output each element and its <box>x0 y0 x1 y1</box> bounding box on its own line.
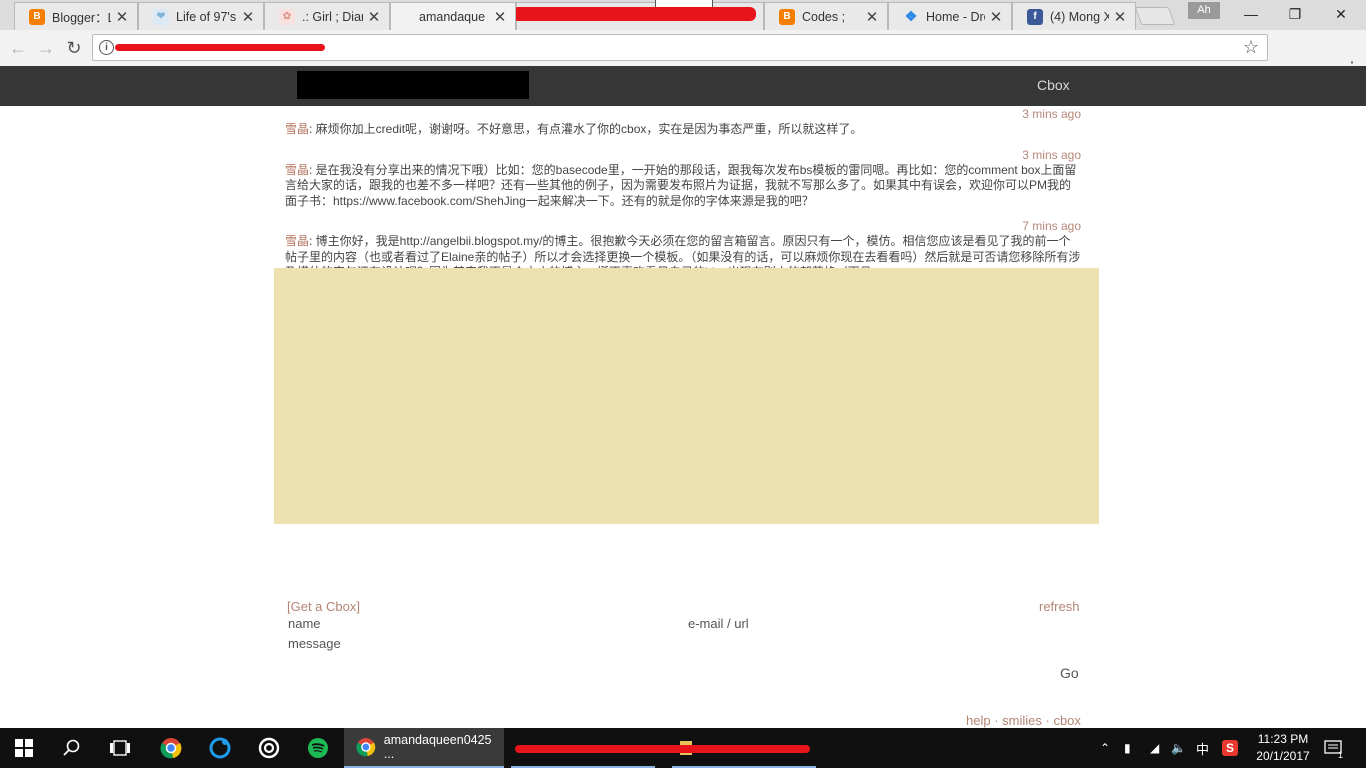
taskbar-app-chrome[interactable]: amandaqueen0425 ... <box>344 728 504 768</box>
forward-arrow-icon[interactable]: → <box>34 36 58 60</box>
separator: · <box>1041 713 1054 728</box>
windows-start-icon[interactable] <box>0 728 48 768</box>
clock-date: 20/1/2017 <box>1256 749 1310 763</box>
separator: · <box>990 713 1003 728</box>
get-cbox-link[interactable]: [Get a Cbox] <box>287 599 360 614</box>
close-icon[interactable]: ✕ <box>865 8 879 26</box>
tab-title: Life of 97's: <box>176 9 237 24</box>
tab-title: Codes ; <box>802 9 846 24</box>
browser-toolbar: ← → ↻ i ☆ ⋮ <box>0 30 1366 87</box>
close-icon[interactable]: ✕ <box>1113 8 1127 26</box>
address-bar[interactable]: i ☆ <box>92 34 1268 61</box>
tab-title: (4) Mong Xi <box>1050 9 1109 24</box>
browser-tab-active[interactable]: amandaque ✕ <box>390 2 516 30</box>
smilies-link[interactable]: smilies <box>1002 713 1042 728</box>
header-cbox-title: Cbox <box>1037 77 1070 93</box>
tab-title: .: Girl ; Diary <box>302 9 363 24</box>
media-app-icon[interactable] <box>245 728 293 768</box>
tab-title: Home - Dro <box>926 9 985 24</box>
close-icon[interactable]: ✕ <box>367 8 381 26</box>
browser-tab[interactable]: ✿ .: Girl ; Diary ✕ <box>264 2 390 30</box>
search-icon[interactable] <box>48 728 96 768</box>
tray-up-arrow-icon[interactable]: ⌃ <box>1100 728 1110 768</box>
message-item: 3 mins ago 雪晶: 是在我没有分享出来的情况下哦）比如：您的basec… <box>285 147 1081 210</box>
cbox-embed-panel <box>274 268 1099 524</box>
redaction-mark <box>115 44 325 51</box>
close-icon[interactable]: ✕ <box>241 8 255 26</box>
redaction-mark <box>515 745 810 753</box>
refresh-link[interactable]: refresh <box>1039 599 1079 614</box>
heart-logo-icon: ❤ <box>153 8 169 25</box>
info-icon[interactable]: i <box>99 40 114 55</box>
dropbox-icon: ❖ <box>904 8 918 24</box>
message-time: 3 mins ago <box>1022 147 1081 162</box>
restore-button[interactable]: ❐ <box>1272 0 1318 29</box>
message-time: 3 mins ago <box>1022 107 1081 121</box>
message-text: : 是在我没有分享出来的情况下哦）比如：您的basecode里，一开始的那段话，… <box>285 162 1077 208</box>
notification-icon[interactable]: 1 <box>1324 728 1343 768</box>
clock-time: 11:23 PM <box>1257 732 1309 746</box>
message-author: 雪晶 <box>285 162 310 177</box>
message-item: 3 mins ago 雪晶: 麻烦你加上credit呢，谢谢呀。不好意思，有点灌… <box>285 106 1081 138</box>
message-text: : 麻烦你加上credit呢，谢谢呀。不好意思，有点灌水了你的cbox，实在是因… <box>309 122 863 136</box>
message-author: 雪晶 <box>285 234 310 248</box>
taskbar-app-title: amandaqueen0425 ... <box>383 733 492 761</box>
spotify-icon[interactable] <box>294 728 342 768</box>
sogou-ime-icon[interactable]: S <box>1222 728 1238 768</box>
browser-tab[interactable]: f (4) Mong Xi ✕ <box>1012 2 1136 30</box>
help-link[interactable]: help <box>966 713 991 728</box>
minimize-button[interactable]: — <box>1228 0 1274 29</box>
browser-tab[interactable]: ❤ Life of 97's: ✕ <box>138 2 264 30</box>
browser-tab[interactable]: B Codes ; ✕ <box>764 2 888 30</box>
message-time: 7 mins ago <box>1022 219 1081 233</box>
reload-icon[interactable]: ↻ <box>62 36 86 60</box>
message-author: 雪晶 <box>285 122 310 136</box>
message-field[interactable]: message <box>288 636 341 651</box>
page-header: Cbox <box>0 66 1366 106</box>
window-close-button[interactable]: ✕ <box>1318 0 1364 29</box>
notification-count: 1 <box>1338 750 1344 760</box>
task-view-icon[interactable] <box>96 728 144 768</box>
email-url-field[interactable]: e-mail / url <box>688 616 749 631</box>
blogger-icon: B <box>779 8 795 25</box>
profile-button[interactable]: Ah <box>1188 2 1220 19</box>
system-clock[interactable]: 11:23 PM 20/1/2017 <box>1252 731 1314 765</box>
cbox-link[interactable]: cbox <box>1053 713 1080 728</box>
ime-indicator[interactable]: 中 <box>1196 728 1209 768</box>
redaction-mark <box>512 7 756 21</box>
tab-title: Blogger：Li <box>52 11 111 25</box>
tab-strip: B Blogger：Li ✕ ❤ Life of 97's: ✕ ✿ .: Gi… <box>0 0 1366 30</box>
tab-title: amandaque <box>419 9 486 24</box>
close-icon[interactable]: ✕ <box>115 8 129 26</box>
flower-icon: ✿ <box>279 8 295 25</box>
browser-app-icon[interactable] <box>196 728 244 768</box>
taskbar: amandaqueen0425 ... ⌃ ▮ ◢ 🔈 中 S 1 <box>0 728 1366 768</box>
name-field[interactable]: name <box>288 616 321 631</box>
redacted-header-block <box>297 71 529 99</box>
back-arrow-icon[interactable]: ← <box>6 36 30 60</box>
browser-tab[interactable]: B Blogger：Li ✕ <box>14 2 138 30</box>
footer-links: help · smilies · cbox <box>966 713 1081 728</box>
chrome-icon <box>356 738 376 757</box>
chrome-icon[interactable] <box>147 728 195 768</box>
close-icon[interactable]: ✕ <box>493 8 507 26</box>
bookmark-star-icon[interactable]: ☆ <box>1243 37 1259 58</box>
go-button[interactable]: Go <box>1060 665 1079 681</box>
volume-icon[interactable]: 🔈 <box>1171 728 1186 768</box>
facebook-icon: f <box>1027 8 1043 25</box>
blogger-icon: B <box>29 8 45 25</box>
battery-icon[interactable]: ▮ <box>1124 728 1131 768</box>
new-tab-button[interactable] <box>1134 7 1176 25</box>
browser-tab[interactable]: ❖ Home - Dro ✕ <box>888 2 1012 30</box>
close-icon[interactable]: ✕ <box>989 8 1003 26</box>
wifi-icon[interactable]: ◢ <box>1150 728 1159 768</box>
